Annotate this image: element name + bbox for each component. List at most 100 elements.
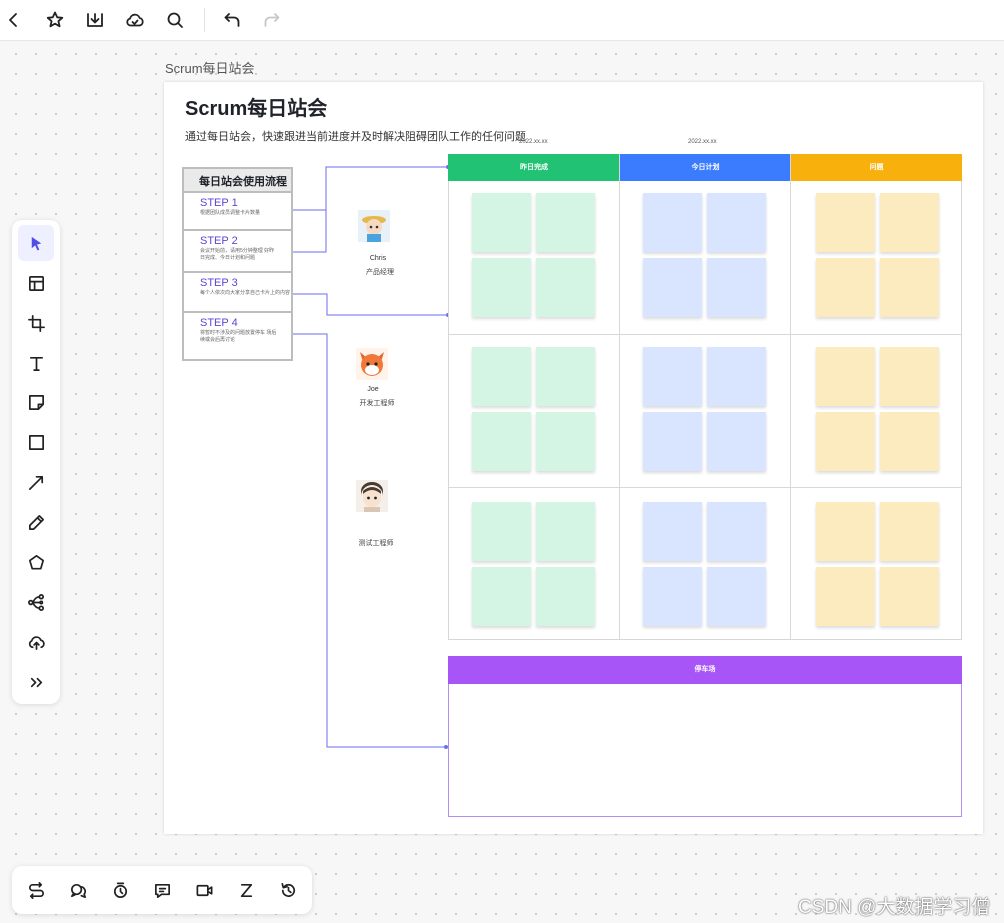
sticky-note[interactable] xyxy=(880,347,939,406)
avatar-tester[interactable] xyxy=(356,480,388,512)
text-icon xyxy=(29,356,43,371)
sticky-note[interactable] xyxy=(880,502,939,561)
parking-lot-area[interactable] xyxy=(448,684,962,817)
sticky-note[interactable] xyxy=(472,567,531,626)
pen-tool[interactable] xyxy=(18,504,54,540)
upload-icon xyxy=(28,635,45,650)
step-label: STEP 4 xyxy=(200,317,238,329)
sticky-note[interactable] xyxy=(816,502,875,561)
frame-tool[interactable] xyxy=(18,305,54,341)
person-name: Joe xyxy=(367,386,379,393)
sticky-note[interactable] xyxy=(880,412,939,471)
sticky-note[interactable] xyxy=(536,258,595,317)
date-label: 2022.xx.xx xyxy=(688,139,717,145)
flow-title: 每日站会使用流程 xyxy=(184,169,291,193)
flow-step-1[interactable]: STEP 1 根据团队成员调整卡片数量 xyxy=(184,193,291,231)
flow-table[interactable]: 每日站会使用流程 STEP 1 根据团队成员调整卡片数量 STEP 2 会议开始… xyxy=(182,167,293,361)
sticky-note[interactable] xyxy=(707,502,766,561)
mindmap-tool[interactable] xyxy=(18,584,54,620)
sticky-note[interactable] xyxy=(536,567,595,626)
sticky-note[interactable] xyxy=(472,193,531,252)
sticky-note[interactable] xyxy=(880,193,939,252)
template-icon xyxy=(28,275,44,291)
column-header-plan[interactable]: 今日计划 xyxy=(620,154,791,181)
more-tools[interactable] xyxy=(18,664,54,700)
flow-step-2[interactable]: STEP 2 会议开始前，请用5分钟整理 好昨日完成、今日计划和问题 xyxy=(184,231,291,273)
watermark: CSDN @大数据学习僧 xyxy=(798,897,991,918)
sticky-note[interactable] xyxy=(707,193,766,252)
sticky-note[interactable] xyxy=(536,347,595,406)
person-role: 产品经理 xyxy=(366,269,394,276)
column-header-done[interactable]: 昨日完成 xyxy=(448,154,620,181)
template-tool[interactable] xyxy=(18,265,54,301)
shape-icon xyxy=(28,554,44,570)
sticky-note[interactable] xyxy=(707,412,766,471)
sticky-note[interactable] xyxy=(643,502,702,561)
sticky-note[interactable] xyxy=(643,347,702,406)
select-tool[interactable] xyxy=(18,225,54,261)
timer-icon[interactable] xyxy=(106,876,134,904)
step-description: 会议开始前，请用5分钟整理 好昨日完成、今日计划和问题 xyxy=(200,248,275,261)
sticky-note[interactable] xyxy=(472,412,531,471)
mindmap-icon xyxy=(27,593,44,611)
more-icon xyxy=(30,677,42,687)
sticky-note[interactable] xyxy=(472,502,531,561)
sticky-note[interactable] xyxy=(816,412,875,471)
frame-icon xyxy=(27,314,45,332)
step-label: STEP 3 xyxy=(200,277,238,289)
select-icon xyxy=(31,236,41,250)
parking-lot-header[interactable]: 停车场 xyxy=(448,656,962,684)
sticky-note[interactable] xyxy=(880,258,939,317)
sticky-note[interactable] xyxy=(472,347,531,406)
step-label: STEP 2 xyxy=(200,235,238,247)
chat-icon[interactable] xyxy=(148,876,176,904)
bottom-toolbar xyxy=(12,866,312,914)
person-role: 开发工程师 xyxy=(359,400,395,407)
flow-step-4[interactable]: STEP 4 将暂时不涉及的问题放置停车 场后续或会后再讨论 xyxy=(184,313,291,357)
sticky-note[interactable] xyxy=(472,258,531,317)
sticky-note[interactable] xyxy=(643,412,702,471)
rectangle-icon xyxy=(28,434,44,450)
flow-icon[interactable] xyxy=(22,876,50,904)
flow-step-3[interactable]: STEP 3 每个人依次向大家分享自己卡片上的内容 xyxy=(184,273,291,313)
person-role: 测试工程师 xyxy=(358,540,394,547)
sticky-note[interactable] xyxy=(536,412,595,471)
pen-icon xyxy=(28,514,44,530)
person-name: Chris xyxy=(369,255,387,262)
upload-tool[interactable] xyxy=(18,624,54,660)
line-tool[interactable] xyxy=(18,464,54,500)
sticky-note[interactable] xyxy=(880,567,939,626)
sticky-note[interactable] xyxy=(816,567,875,626)
sticky-note[interactable] xyxy=(816,193,875,252)
avatar-joe[interactable] xyxy=(356,348,388,380)
date-label: 2022.xx.xx xyxy=(519,139,548,145)
sticky-note[interactable] xyxy=(816,258,875,317)
rectangle-tool[interactable] xyxy=(18,424,54,460)
history-icon[interactable] xyxy=(274,876,302,904)
left-toolbar xyxy=(12,220,60,704)
step-description: 将暂时不涉及的问题放置停车 场后续或会后再讨论 xyxy=(200,330,277,343)
sticky-note-icon xyxy=(28,394,44,410)
sticky-note-tool[interactable] xyxy=(18,384,54,420)
column-divider xyxy=(790,154,791,640)
sticky-note[interactable] xyxy=(707,347,766,406)
text-tool[interactable] xyxy=(18,345,54,381)
column-header-issues[interactable]: 问题 xyxy=(791,154,962,181)
row-divider xyxy=(448,487,962,488)
column-divider xyxy=(619,154,620,640)
sticky-note[interactable] xyxy=(707,567,766,626)
sticky-note[interactable] xyxy=(816,347,875,406)
sticky-note[interactable] xyxy=(643,258,702,317)
step-label: STEP 1 xyxy=(200,197,238,209)
sticky-note[interactable] xyxy=(643,193,702,252)
step-description: 根据团队成员调整卡片数量 xyxy=(200,210,261,216)
z-icon[interactable] xyxy=(232,876,260,904)
shape-tool[interactable] xyxy=(18,544,54,580)
avatar-chris[interactable] xyxy=(358,210,390,242)
sticky-note[interactable] xyxy=(536,502,595,561)
sticky-note[interactable] xyxy=(643,567,702,626)
sticky-note[interactable] xyxy=(707,258,766,317)
comment-icon[interactable] xyxy=(64,876,92,904)
video-icon[interactable] xyxy=(190,876,218,904)
sticky-note[interactable] xyxy=(536,193,595,252)
